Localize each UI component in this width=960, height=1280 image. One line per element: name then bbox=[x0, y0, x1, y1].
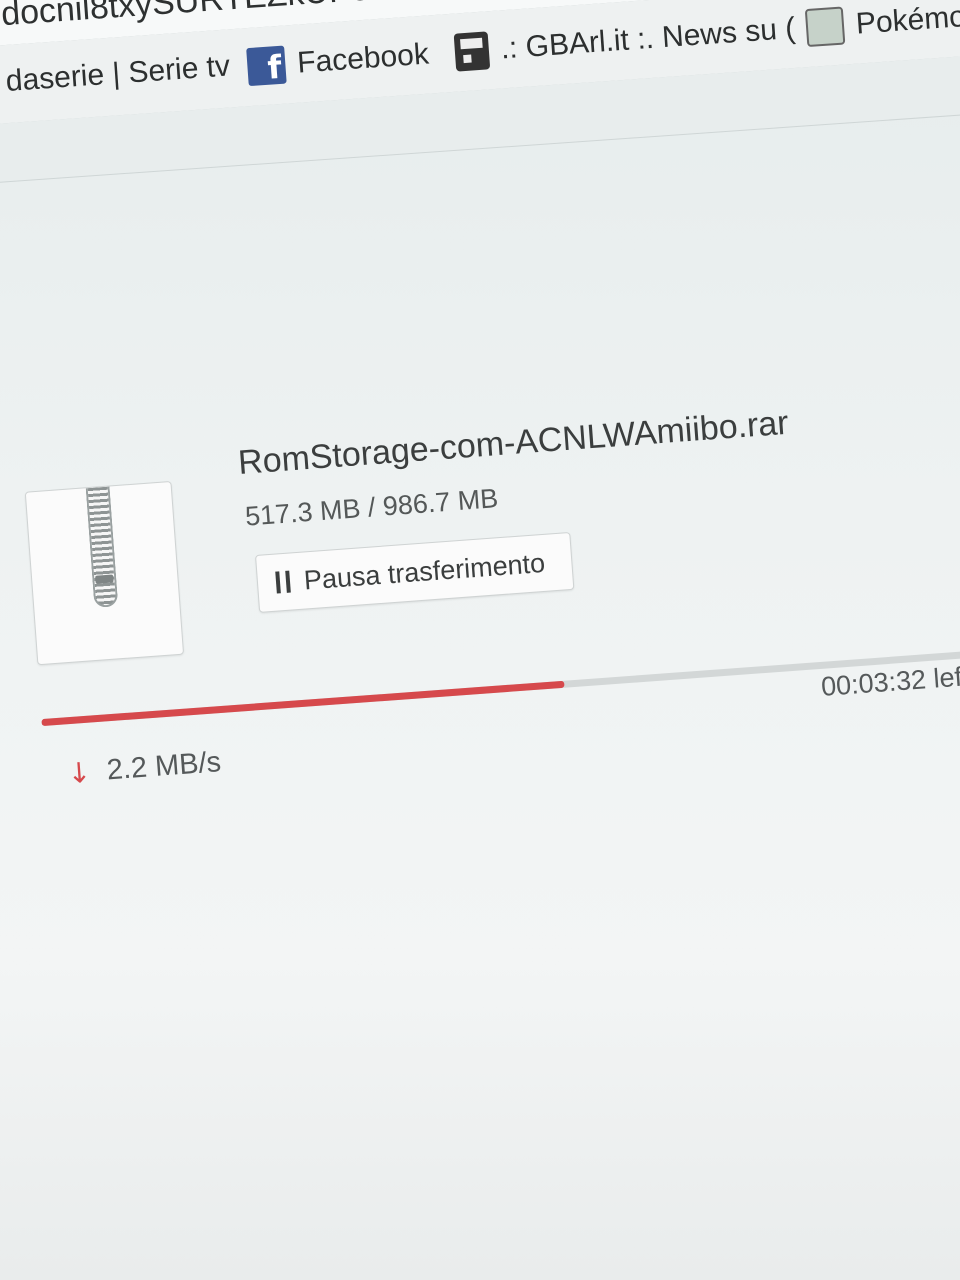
zipper-graphic bbox=[85, 486, 119, 608]
file-size-progress: 517.3 MB / 986.7 MB bbox=[244, 483, 500, 532]
facebook-icon: f bbox=[246, 45, 287, 87]
bookmark-facebook[interactable]: f Facebook bbox=[246, 36, 430, 87]
pause-transfer-button[interactable]: Pausa trasferimento bbox=[254, 531, 575, 613]
download-progress-fill bbox=[41, 680, 565, 727]
bookmark-label: daserie | Serie tv bbox=[4, 49, 232, 99]
bookmark-daserie[interactable]: daserie | Serie tv bbox=[5, 49, 231, 99]
bookmark-gbarl[interactable]: .: GBArl.it :. News su ( bbox=[453, 10, 797, 72]
zipper-pull bbox=[95, 574, 114, 584]
bookmark-label: .: GBArl.it :. News su ( bbox=[499, 11, 797, 66]
pause-icon bbox=[275, 570, 291, 594]
download-item: RomStorage-com-ACNLWAmiibo.rar 517.3 MB … bbox=[18, 327, 960, 819]
pause-button-label: Pausa trasferimento bbox=[302, 547, 547, 596]
file-name: RomStorage-com-ACNLWAmiibo.rar bbox=[236, 403, 790, 482]
gbarl-icon bbox=[453, 31, 491, 72]
browser-chrome: docnil8txySURTEZkUP5clu2 daserie | Serie… bbox=[0, 0, 960, 185]
zip-archive-icon bbox=[24, 480, 185, 666]
bookmark-label: Pokémo bbox=[854, 0, 960, 41]
speed-value: 2.2 MB/s bbox=[105, 746, 223, 787]
pokemon-icon bbox=[804, 6, 846, 48]
arrow-down-icon: ↓ bbox=[66, 755, 93, 791]
bookmark-pokemon[interactable]: Pokémo bbox=[804, 0, 960, 48]
bookmark-label: Facebook bbox=[296, 37, 430, 80]
download-speed: ↓ 2.2 MB/s bbox=[66, 746, 222, 790]
